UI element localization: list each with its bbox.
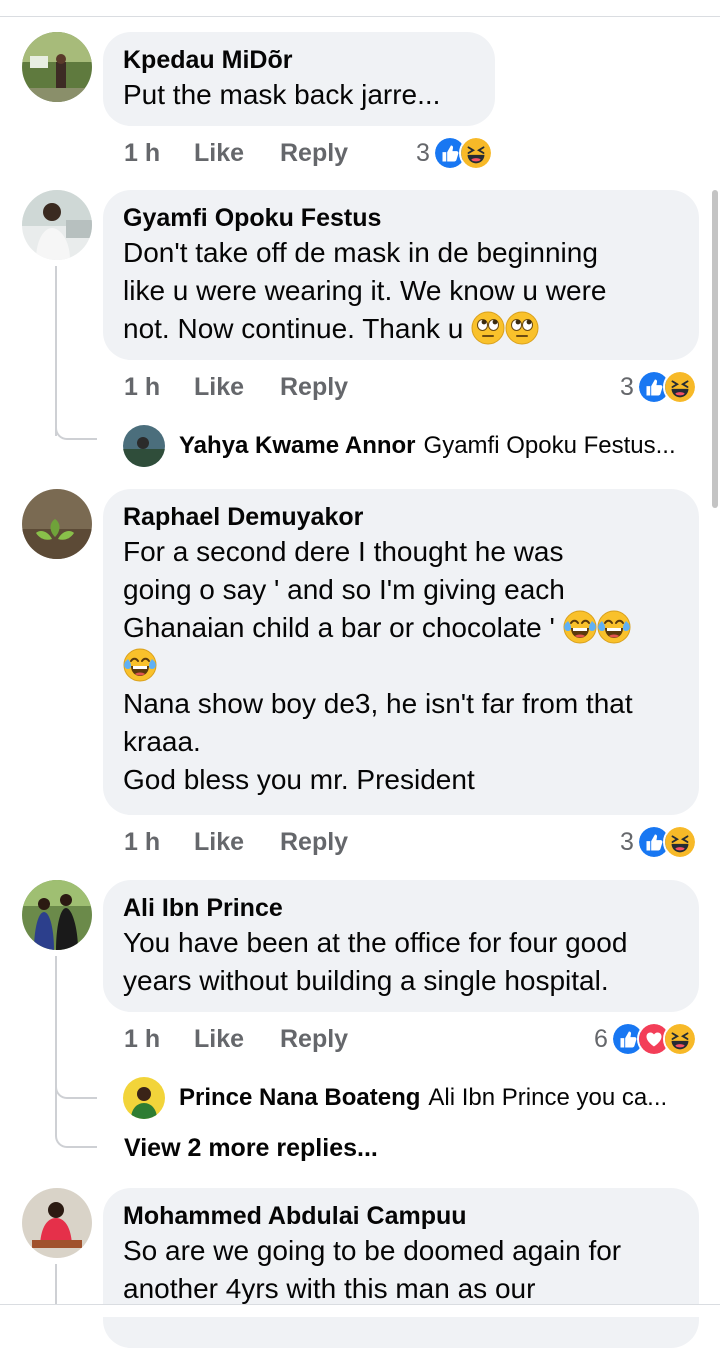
comment-line: kraaa. [123, 726, 201, 757]
timestamp: 1 h [124, 1024, 161, 1053]
thread-connector [55, 1134, 97, 1148]
haha-reaction-icon [458, 136, 493, 170]
comment-line: For a second dere I thought he was [123, 536, 564, 567]
reply-button[interactable]: Reply [280, 1025, 390, 1054]
comment-line: years without building a single hospital… [123, 965, 609, 996]
reply-author[interactable]: Prince Nana Boateng [179, 1084, 420, 1112]
reply-button[interactable]: Reply [280, 828, 390, 857]
reaction-count: 6 [594, 1024, 608, 1053]
haha-reaction-icon [662, 825, 697, 859]
tears-of-joy-emoji [597, 610, 631, 644]
timestamp: 1 h [124, 138, 161, 167]
comment-line: So are we going to be doomed again for [123, 1235, 622, 1266]
avatar [123, 1077, 165, 1119]
bottom-mask [0, 1305, 720, 1317]
comment-actions: 1 h Like Reply [124, 136, 390, 170]
like-button[interactable]: Like [194, 828, 280, 857]
comment-line: You have been at the office for four goo… [123, 927, 628, 958]
reactions-summary[interactable]: 3 [620, 370, 697, 404]
comment-line: another 4yrs with this man as our [123, 1273, 536, 1304]
comment-line: Put the mask back jarre... [123, 79, 441, 110]
like-button[interactable]: Like [194, 373, 280, 402]
comment-author[interactable]: Kpedau MiDõr [123, 44, 473, 76]
reply-button[interactable]: Reply [280, 373, 390, 402]
like-button[interactable]: Like [194, 139, 280, 168]
timestamp: 1 h [124, 827, 161, 856]
comment-actions: 1 h Like Reply [124, 370, 390, 404]
thread-line [55, 266, 57, 436]
reaction-count: 3 [620, 372, 634, 401]
comment-bubble: Ali Ibn Prince You have been at the offi… [103, 880, 699, 1012]
reaction-count: 3 [620, 827, 634, 856]
tears-of-joy-emoji [123, 648, 157, 682]
thread-connector [55, 1085, 97, 1099]
top-divider [0, 16, 720, 17]
comment-actions: 1 h Like Reply [124, 825, 390, 859]
comment-line: like u were wearing it. We know u were [123, 275, 607, 306]
comment-line: Nana show boy de3, he isn't far from tha… [123, 688, 633, 719]
reply-preview[interactable]: Prince Nana Boateng Ali Ibn Prince you c… [123, 1076, 667, 1120]
comment-bubble: Raphael Demuyakor For a second dere I th… [103, 489, 699, 815]
avatar[interactable] [22, 489, 92, 559]
rolling-eyes-emoji [471, 311, 505, 345]
comment-line [123, 647, 677, 685]
avatar [123, 425, 165, 467]
thread-line [55, 956, 57, 1136]
comment-bubble: Gyamfi Opoku Festus Don't take off de ma… [103, 190, 699, 360]
comment-text: So are we going to be doomed again for a… [123, 1232, 677, 1308]
avatar[interactable] [22, 190, 92, 260]
comment-text: You have been at the office for four goo… [123, 924, 677, 1000]
avatar[interactable] [22, 32, 92, 102]
reply-button[interactable]: Reply [280, 139, 390, 168]
comment-line: Don't take off de mask in de beginning [123, 237, 598, 268]
reply-text: Gyamfi Opoku Festus... [423, 432, 676, 459]
scrollbar[interactable] [712, 190, 718, 508]
comment-author[interactable]: Gyamfi Opoku Festus [123, 202, 677, 234]
avatar[interactable] [22, 1188, 92, 1258]
comment-text: Put the mask back jarre... [123, 76, 473, 114]
comment-author[interactable]: Ali Ibn Prince [123, 892, 677, 924]
haha-reaction-icon [662, 370, 697, 404]
comment-text: Don't take off de mask in de beginning l… [123, 234, 677, 348]
thread-connector [55, 426, 97, 440]
comment-bubble: Kpedau MiDõr Put the mask back jarre... [103, 32, 495, 126]
comment-line: not. Now continue. Thank u [123, 310, 677, 348]
timestamp: 1 h [124, 372, 161, 401]
rolling-eyes-emoji [505, 311, 539, 345]
comment-text: For a second dere I thought he was going… [123, 533, 677, 799]
thread-line [55, 1264, 57, 1304]
reactions-summary[interactable]: 3 [416, 136, 493, 170]
like-button[interactable]: Like [194, 1025, 280, 1054]
comment-author[interactable]: Mohammed Abdulai Campuu [123, 1200, 677, 1232]
avatar[interactable] [22, 880, 92, 950]
comment-author[interactable]: Raphael Demuyakor [123, 501, 677, 533]
comment-line: Ghanaian child a bar or chocolate ' [123, 609, 677, 647]
reply-preview[interactable]: Yahya Kwame Annor Gyamfi Opoku Festus... [123, 424, 676, 468]
reaction-count: 3 [416, 138, 430, 167]
comment-bubble: Mohammed Abdulai Campuu So are we going … [103, 1188, 699, 1348]
haha-reaction-icon [662, 1022, 697, 1056]
reply-text: Ali Ibn Prince you ca... [428, 1084, 668, 1111]
reactions-summary[interactable]: 6 [594, 1022, 697, 1056]
reply-author[interactable]: Yahya Kwame Annor [179, 432, 416, 460]
view-more-replies-link[interactable]: View 2 more replies... [124, 1134, 378, 1163]
reactions-summary[interactable]: 3 [620, 825, 697, 859]
comment-actions: 1 h Like Reply [124, 1022, 390, 1056]
comment-line: going o say ' and so I'm giving each [123, 574, 565, 605]
tears-of-joy-emoji [563, 610, 597, 644]
comment-line: God bless you mr. President [123, 764, 475, 795]
